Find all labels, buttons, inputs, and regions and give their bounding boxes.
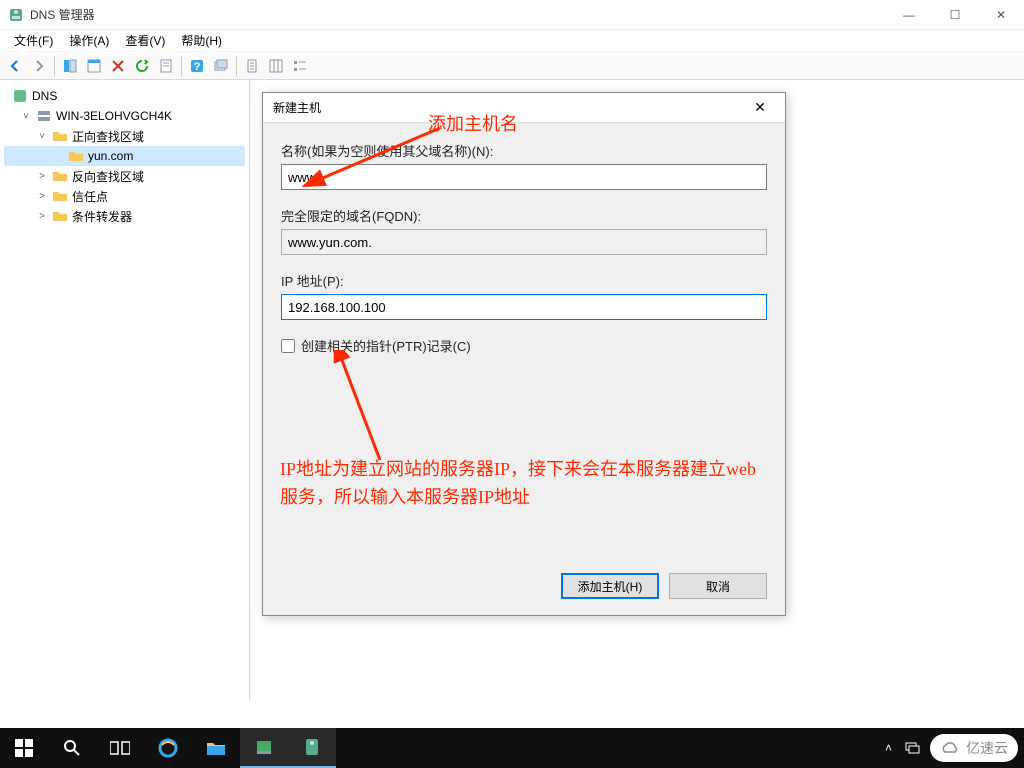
toolbar-separator: [181, 56, 182, 76]
task-view-button[interactable]: [96, 728, 144, 768]
new-window-button[interactable]: [210, 55, 232, 77]
collapse-icon[interactable]: ˅: [36, 131, 48, 142]
server-icon: [36, 108, 52, 124]
taskbar-dns-manager[interactable]: [288, 728, 336, 768]
ie-icon: [157, 737, 179, 759]
taskbar-explorer[interactable]: [192, 728, 240, 768]
expand-icon[interactable]: ˃: [36, 171, 48, 182]
dialog-titlebar: 新建主机 ✕: [263, 93, 785, 123]
tree-view[interactable]: DNS ˅ WIN-3ELOHVGCH4K ˅ 正向查找区域 yun.com ˃…: [0, 80, 250, 700]
search-icon: [63, 739, 81, 757]
menu-view[interactable]: 查看(V): [117, 30, 173, 51]
ip-input[interactable]: [281, 294, 767, 320]
filter-button[interactable]: [241, 55, 263, 77]
expand-icon[interactable]: ˃: [36, 211, 48, 222]
windows-icon: [15, 739, 33, 757]
ptr-label: 创建相关的指针(PTR)记录(C): [301, 336, 471, 355]
maximize-button[interactable]: ☐: [932, 0, 978, 30]
minimize-button[interactable]: —: [886, 0, 932, 30]
cancel-button[interactable]: 取消: [669, 573, 767, 599]
export-button[interactable]: [155, 55, 177, 77]
start-button[interactable]: [0, 728, 48, 768]
expand-icon[interactable]: ˃: [36, 191, 48, 202]
watermark-text: 亿速云: [966, 738, 1008, 758]
tree-forward-zones[interactable]: ˅ 正向查找区域: [4, 126, 245, 146]
tree-reverse-zones[interactable]: ˃ 反向查找区域: [4, 166, 245, 186]
watermark: 亿速云: [930, 734, 1018, 762]
tree-root-dns[interactable]: DNS: [4, 86, 245, 106]
taskbar-ie[interactable]: [144, 728, 192, 768]
taskbar-server-manager[interactable]: [240, 728, 288, 768]
fqdn-input: [281, 229, 767, 255]
server-manager-icon: [254, 737, 274, 757]
svg-text:?: ?: [194, 61, 201, 73]
tree-server[interactable]: ˅ WIN-3ELOHVGCH4K: [4, 106, 245, 126]
ptr-checkbox[interactable]: [281, 339, 295, 353]
ip-label: IP 地址(P):: [281, 271, 767, 290]
tree-label: DNS: [32, 89, 57, 103]
window-title: DNS 管理器: [30, 6, 886, 23]
taskbar[interactable]: ˄ 英 20:58 2019/: [0, 728, 1024, 768]
network-icon[interactable]: [904, 740, 920, 756]
folder-icon: [52, 168, 68, 184]
tree-trust-points[interactable]: ˃ 信任点: [4, 186, 245, 206]
collapse-icon[interactable]: ˅: [20, 111, 32, 122]
refresh-button[interactable]: [131, 55, 153, 77]
folder-icon: [52, 188, 68, 204]
delete-button[interactable]: [107, 55, 129, 77]
properties-button[interactable]: [83, 55, 105, 77]
tree-conditional-forwarders[interactable]: ˃ 条件转发器: [4, 206, 245, 226]
tree-label: 正向查找区域: [72, 128, 144, 145]
add-host-button[interactable]: 添加主机(H): [561, 573, 659, 599]
search-button[interactable]: [48, 728, 96, 768]
tree-label: 条件转发器: [72, 208, 132, 225]
help-button[interactable]: ?: [186, 55, 208, 77]
tree-label: WIN-3ELOHVGCH4K: [56, 109, 172, 123]
dialog-close-button[interactable]: ✕: [745, 99, 775, 116]
new-host-dialog: 新建主机 ✕ 名称(如果为空则使用其父域名称)(N): 完全限定的域名(FQDN…: [262, 92, 786, 616]
list-icon-button[interactable]: [289, 55, 311, 77]
close-button[interactable]: ✕: [978, 0, 1024, 30]
toolbar-separator: [54, 56, 55, 76]
tree-label: 反向查找区域: [72, 168, 144, 185]
menu-file[interactable]: 文件(F): [6, 30, 61, 51]
dns-app-icon: [8, 7, 24, 23]
tree-label: yun.com: [88, 149, 133, 163]
back-button[interactable]: [4, 55, 26, 77]
column-button[interactable]: [265, 55, 287, 77]
folder-icon: [206, 740, 226, 756]
menu-action[interactable]: 操作(A): [61, 30, 117, 51]
cloud-icon: [940, 741, 960, 755]
name-label: 名称(如果为空则使用其父域名称)(N):: [281, 141, 767, 160]
dialog-body: 名称(如果为空则使用其父域名称)(N): 完全限定的域名(FQDN): IP 地…: [263, 123, 785, 365]
forward-button[interactable]: [28, 55, 50, 77]
window-titlebar: DNS 管理器 — ☐ ✕: [0, 0, 1024, 30]
toolbar-separator: [236, 56, 237, 76]
menu-bar: 文件(F) 操作(A) 查看(V) 帮助(H): [0, 30, 1024, 52]
tree-zone-selected[interactable]: yun.com: [4, 146, 245, 166]
name-input[interactable]: [281, 164, 767, 190]
fqdn-label: 完全限定的域名(FQDN):: [281, 206, 767, 225]
zone-folder-icon: [68, 148, 84, 164]
dns-manager-icon: [303, 737, 321, 757]
taskview-icon: [110, 740, 130, 756]
show-hide-tree-button[interactable]: [59, 55, 81, 77]
folder-icon: [52, 208, 68, 224]
dialog-title: 新建主机: [273, 99, 745, 116]
menu-help[interactable]: 帮助(H): [173, 30, 230, 51]
dns-root-icon: [12, 88, 28, 104]
folder-icon: [52, 128, 68, 144]
tray-chevron-icon[interactable]: ˄: [885, 741, 892, 755]
tree-label: 信任点: [72, 188, 108, 205]
toolbar: ?: [0, 52, 1024, 80]
